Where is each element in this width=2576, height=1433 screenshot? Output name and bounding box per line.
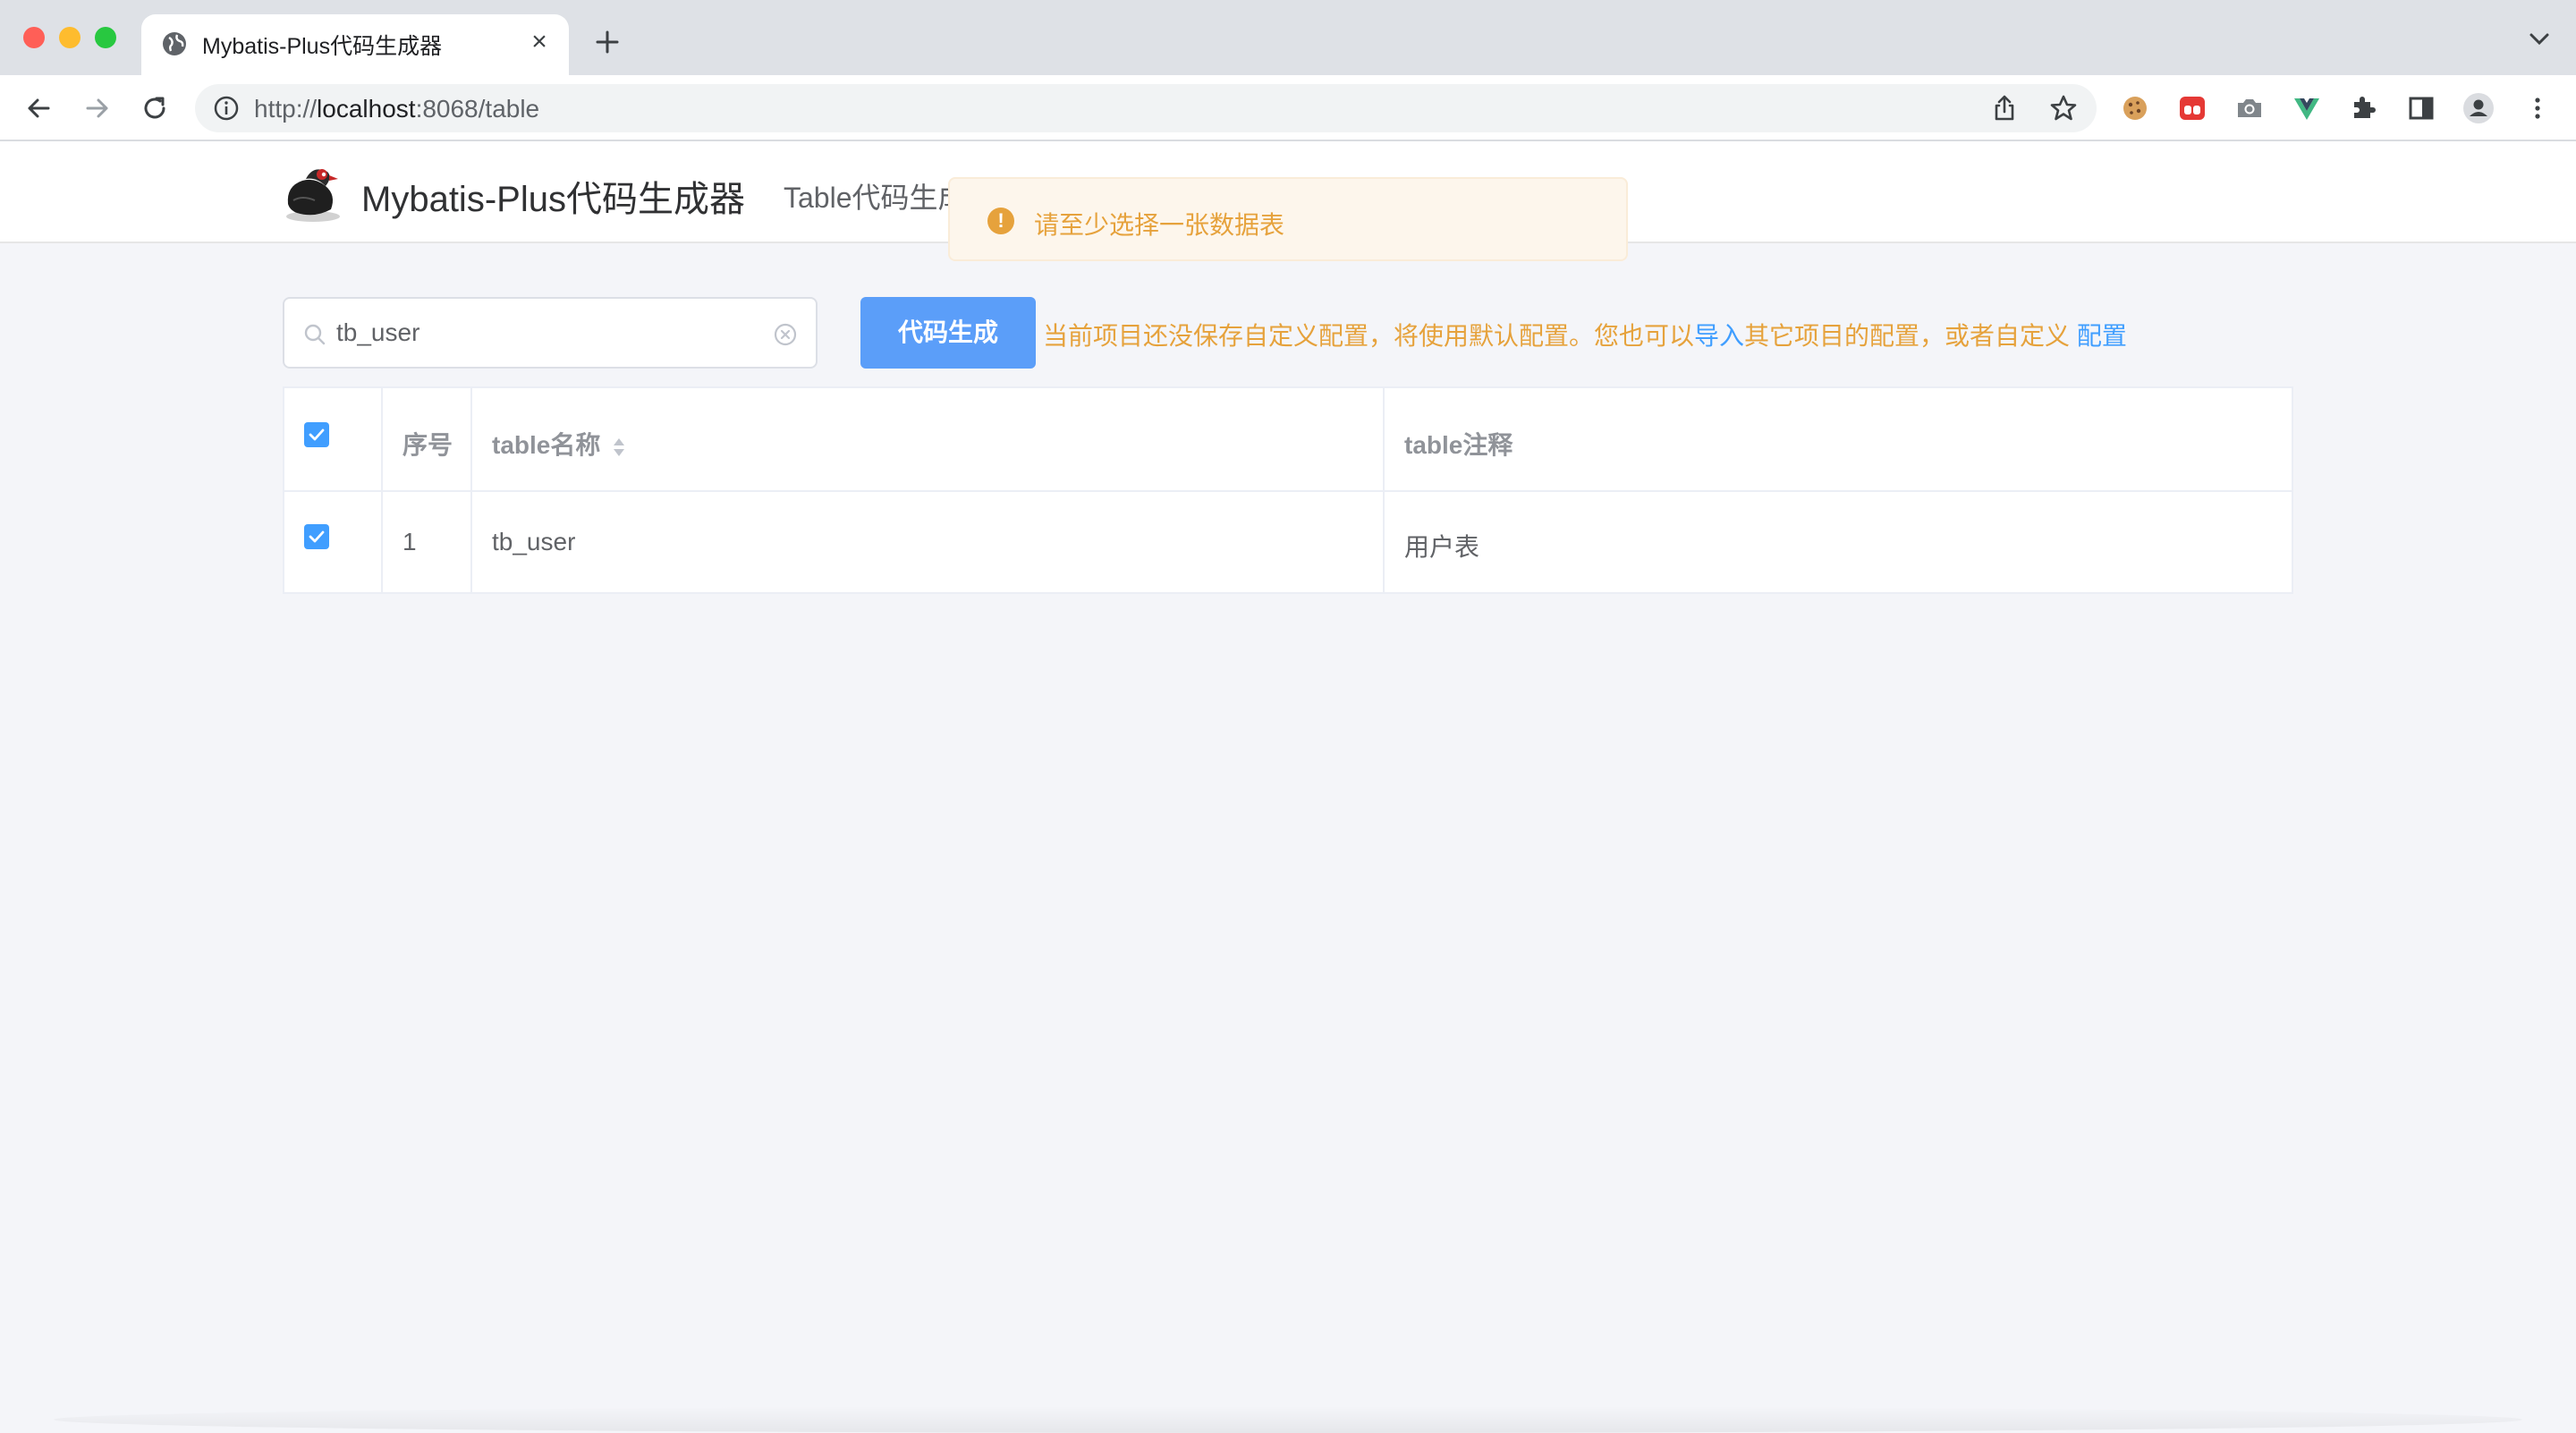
mybatis-logo: [286, 169, 340, 222]
side-panel-icon[interactable]: [2404, 91, 2438, 125]
toast-message: 请至少选择一张数据表: [1034, 211, 1285, 239]
table-search-field[interactable]: [283, 297, 818, 369]
reload-icon[interactable]: [138, 91, 172, 125]
bookmark-star-icon[interactable]: [2048, 93, 2079, 123]
hint-text-2: 其它项目的配置，或者自定义: [1744, 322, 2077, 350]
generate-code-button[interactable]: 代码生成: [860, 297, 1036, 369]
browser-toolbar: http://localhost:8068/table: [0, 75, 2576, 141]
warning-toast: ! 请至少选择一张数据表: [948, 177, 1628, 261]
table-list: 序号 table名称 table注释 1 tb_user 用户表: [283, 386, 2293, 594]
nav-item-table-codegen[interactable]: Table代码生成: [784, 175, 953, 216]
sort-icon[interactable]: [611, 436, 627, 459]
camera-icon[interactable]: [2233, 91, 2267, 125]
back-icon[interactable]: [21, 91, 55, 125]
globe-icon: [163, 32, 186, 55]
share-icon[interactable]: [1989, 93, 2020, 123]
window-close-button[interactable]: [23, 27, 45, 48]
browser-tab[interactable]: Mybatis-Plus代码生成器 ×: [141, 14, 569, 75]
row-index: 1: [402, 528, 417, 555]
header-comment-cell: table注释: [1385, 388, 2292, 490]
warning-icon: !: [987, 208, 1014, 234]
app-title: Mybatis-Plus代码生成器: [361, 180, 745, 219]
red-extension-icon[interactable]: [2175, 91, 2209, 125]
import-config-link[interactable]: 导入: [1694, 322, 1744, 350]
custom-config-link[interactable]: 配置: [2077, 322, 2127, 350]
column-header-index: 序号: [402, 431, 453, 459]
column-header-name[interactable]: table名称: [492, 426, 627, 462]
header-name-cell[interactable]: table名称: [472, 388, 1385, 490]
search-input[interactable]: [336, 311, 748, 354]
info-icon[interactable]: [213, 95, 240, 122]
column-header-comment: table注释: [1404, 431, 1513, 459]
window-maximize-button[interactable]: [95, 27, 116, 48]
forward-icon[interactable]: [80, 91, 114, 125]
extensions-puzzle-icon[interactable]: [2347, 91, 2381, 125]
config-hint: 当前项目还没保存自定义配置，将使用默认配置。您也可以导入其它项目的配置，或者自定…: [1043, 317, 2127, 352]
header-index-cell: 序号: [383, 388, 472, 490]
row-comment-cell: 用户表: [1385, 492, 2292, 592]
browser-menu-icon[interactable]: [2521, 91, 2555, 125]
window-bottom-shadow: [54, 1406, 2522, 1433]
row-index-cell: 1: [383, 492, 472, 592]
row-table-name: tb_user: [492, 528, 576, 555]
window-minimize-button[interactable]: [59, 27, 80, 48]
cookie-extension-icon[interactable]: [2118, 91, 2152, 125]
tab-close-icon[interactable]: ×: [526, 29, 553, 55]
row-name-cell: tb_user: [472, 492, 1385, 592]
row-checkbox[interactable]: [304, 524, 329, 549]
vue-devtools-icon[interactable]: [2290, 91, 2324, 125]
row-table-comment: 用户表: [1404, 533, 1480, 561]
clear-icon[interactable]: [773, 322, 798, 347]
header-select-cell: [284, 388, 383, 490]
search-icon: [304, 324, 326, 345]
address-bar[interactable]: http://localhost:8068/table: [195, 84, 2097, 132]
table-header-row: 序号 table名称 table注释: [284, 388, 2292, 492]
browser-tab-bar: Mybatis-Plus代码生成器 ×: [0, 0, 2576, 75]
profile-avatar-icon[interactable]: [2462, 91, 2496, 125]
hint-text-1: 当前项目还没保存自定义配置，将使用默认配置。您也可以: [1043, 322, 1695, 350]
row-select-cell: [284, 492, 383, 592]
select-all-checkbox[interactable]: [304, 422, 329, 447]
table-row[interactable]: 1 tb_user 用户表: [284, 492, 2292, 592]
tab-title: Mybatis-Plus代码生成器: [202, 34, 443, 59]
url-text: http://localhost:8068/table: [254, 95, 540, 123]
new-tab-icon[interactable]: [590, 25, 624, 59]
chevron-down-icon[interactable]: [2528, 30, 2551, 48]
